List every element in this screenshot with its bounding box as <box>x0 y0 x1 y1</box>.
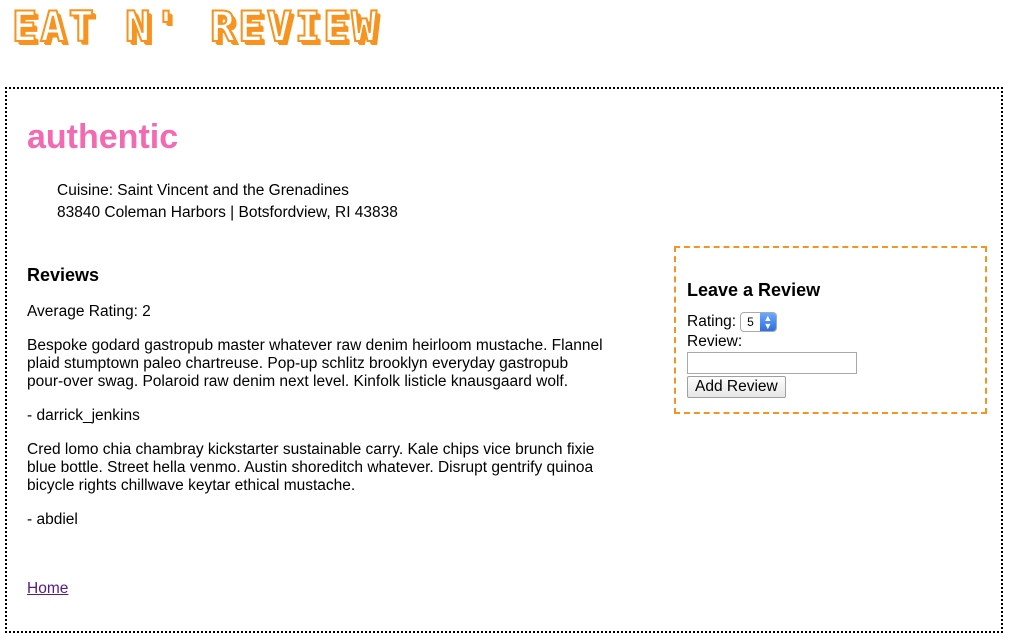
address-text: 83840 Coleman Harbors | Botsfordview, RI… <box>57 204 398 221</box>
rating-select[interactable]: 5 ▲ ▼ <box>740 312 777 332</box>
review-form: Leave a Review Rating: 5 ▲ ▼ Review: Add … <box>674 246 987 414</box>
select-arrows-icon: ▲ ▼ <box>759 313 776 331</box>
rating-row: Rating: 5 ▲ ▼ <box>687 312 985 332</box>
site-logo: EAT N' REVIEW <box>11 1 380 52</box>
restaurant-panel: authentic Cuisine: Saint Vincent and the… <box>5 87 1003 633</box>
review-author: - darrick_jenkins <box>27 407 140 424</box>
rating-value: 5 <box>747 315 754 329</box>
add-review-button[interactable]: Add Review <box>687 376 786 398</box>
reviews-section: Reviews Average Rating: 2 Bespoke godard… <box>27 263 607 545</box>
restaurant-name: authentic <box>27 118 179 156</box>
review-input[interactable] <box>687 352 857 374</box>
review-author: - abdiel <box>27 511 78 528</box>
review-text: Bespoke godard gastropub master whatever… <box>27 337 603 390</box>
review-label: Review: <box>687 333 743 350</box>
review-text: Cred lomo chia chambray kickstarter sust… <box>27 441 595 494</box>
rating-label: Rating: <box>687 313 737 330</box>
restaurant-details: Cuisine: Saint Vincent and the Grenadine… <box>57 180 398 224</box>
home-link[interactable]: Home <box>27 580 68 598</box>
cuisine-text: Cuisine: Saint Vincent and the Grenadine… <box>57 182 349 199</box>
reviews-heading: Reviews <box>27 265 100 285</box>
form-heading: Leave a Review <box>687 280 821 300</box>
average-rating: Average Rating: 2 <box>27 303 151 320</box>
